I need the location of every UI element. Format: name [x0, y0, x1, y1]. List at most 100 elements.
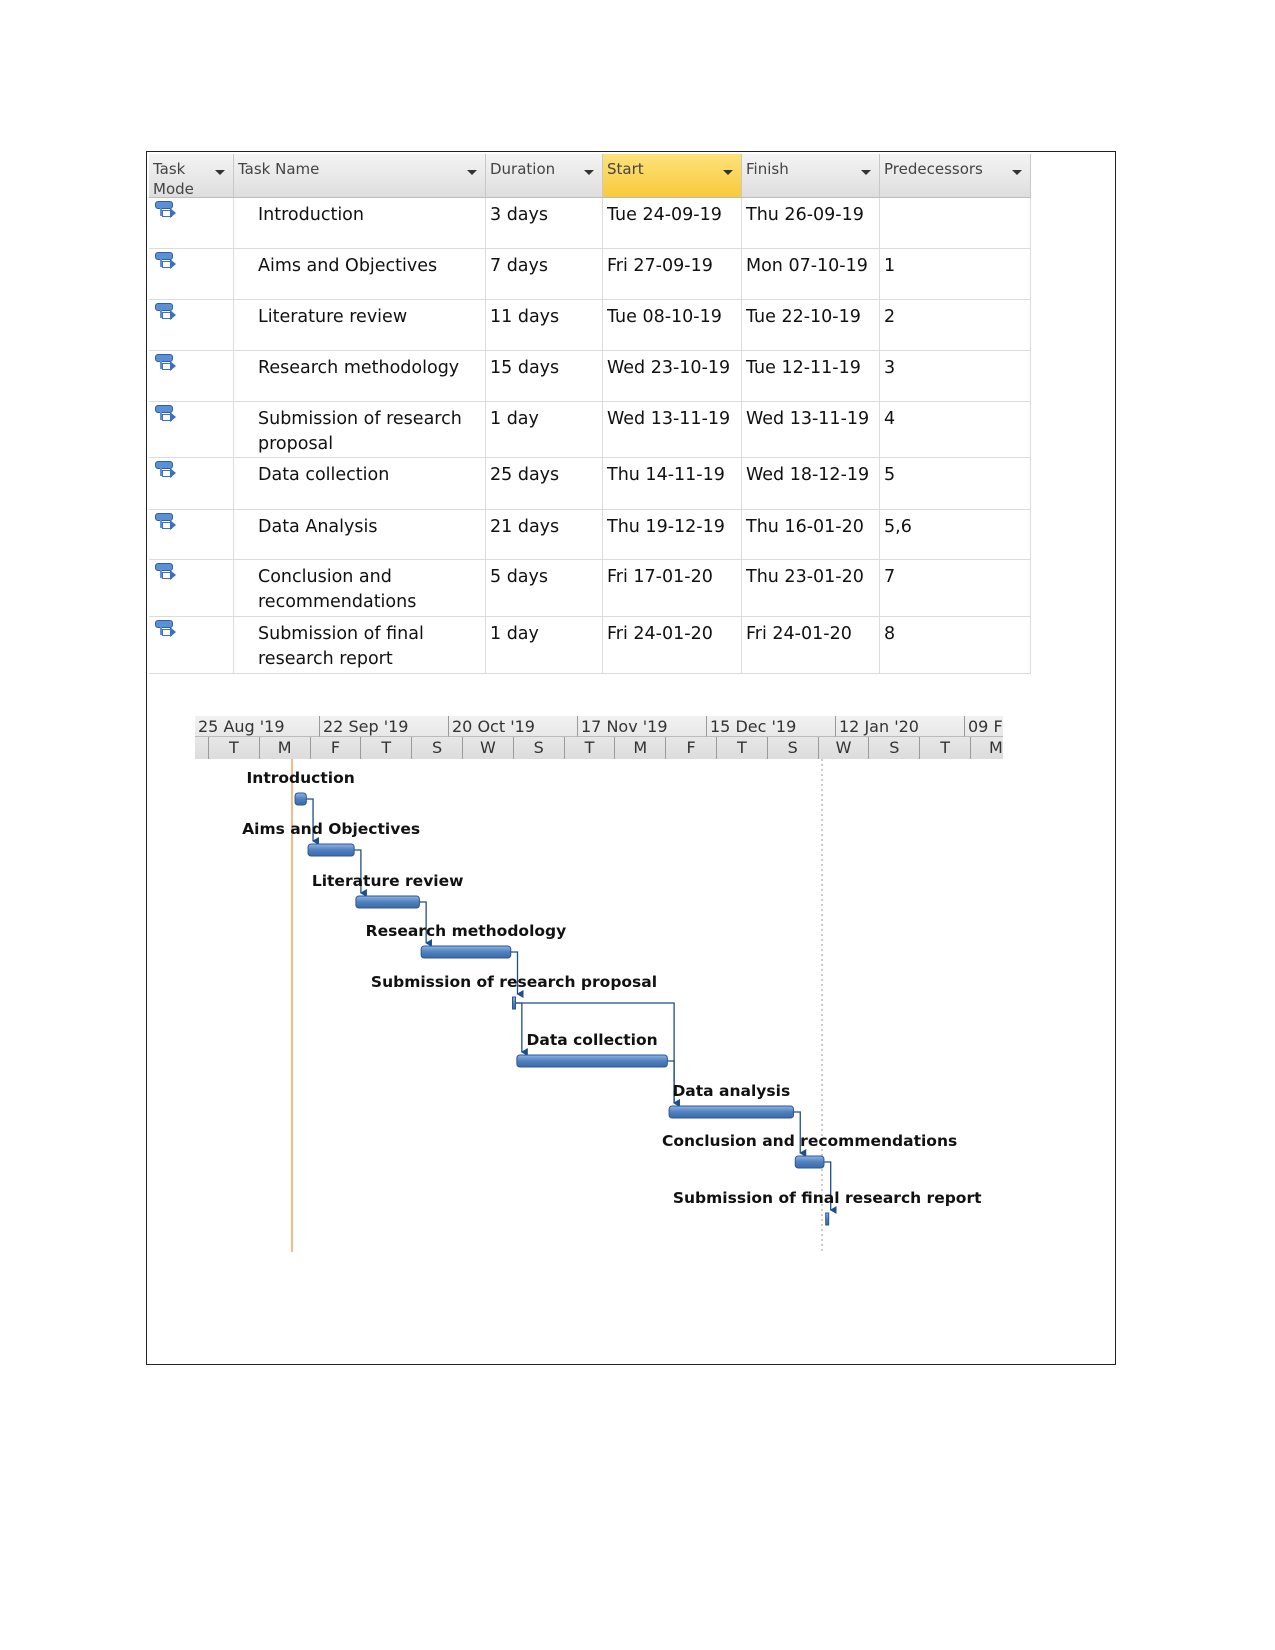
- cell-predecessors[interactable]: 1: [880, 249, 1031, 299]
- table-row[interactable]: Data collection 25 days Thu 14-11-19 Wed 18…: [149, 458, 1031, 510]
- cell-finish[interactable]: Thu 16-01-20: [742, 510, 880, 559]
- table-row[interactable]: Aims and Objectives 7 days Fri 27-09-19 Mon…: [149, 249, 1031, 300]
- cell-duration[interactable]: 21 days: [486, 510, 603, 559]
- timescale-major-tick: 25 Aug '19: [195, 716, 320, 737]
- cell-predecessors[interactable]: 5,6: [880, 510, 1031, 559]
- cell-finish[interactable]: Fri 24-01-20: [742, 617, 880, 673]
- cell-predecessors[interactable]: [880, 198, 1031, 248]
- timescale-major-tick: 17 Nov '19: [578, 716, 707, 737]
- cell-name[interactable]: Data Analysis: [234, 510, 486, 559]
- cell-name[interactable]: Introduction: [234, 198, 486, 248]
- table-row[interactable]: Research methodology 15 days Wed 23-10-19 T…: [149, 351, 1031, 402]
- table-row[interactable]: Conclusion and recommendations 5 days Fri …: [149, 560, 1031, 617]
- cell-mode-icon[interactable]: [149, 198, 234, 248]
- table-row[interactable]: Introduction 3 days Tue 24-09-19 Thu 26-09-…: [149, 198, 1031, 249]
- cell-name[interactable]: Submission of final research report: [234, 617, 486, 673]
- cell-predecessors[interactable]: 3: [880, 351, 1031, 401]
- table-row[interactable]: Literature review 11 days Tue 08-10-19 Tue …: [149, 300, 1031, 351]
- column-header-label: Start: [607, 160, 644, 178]
- dropdown-arrow-icon[interactable]: [861, 170, 871, 175]
- cell-duration[interactable]: 7 days: [486, 249, 603, 299]
- timescale-major-tick: 22 Sep '19: [320, 716, 449, 737]
- cell-name[interactable]: Literature review: [234, 300, 486, 350]
- cell-start[interactable]: Wed 13-11-19: [603, 402, 742, 457]
- cell-finish[interactable]: Wed 13-11-19: [742, 402, 880, 457]
- cell-duration[interactable]: 3 days: [486, 198, 603, 248]
- timescale-minor-tick: [195, 737, 209, 759]
- auto-scheduled-task-icon: [153, 354, 176, 374]
- column-header-task-mode[interactable]: Task Mode: [149, 154, 234, 198]
- timescale-major-tick: 09 F: [965, 716, 1003, 737]
- table-row[interactable]: Data Analysis 21 days Thu 19-12-19 Thu 16-0…: [149, 510, 1031, 560]
- column-header-label: Predecessors: [884, 160, 983, 178]
- cell-mode-icon[interactable]: [149, 560, 234, 616]
- cell-start[interactable]: Wed 23-10-19: [603, 351, 742, 401]
- column-header-label: Task Name: [238, 160, 320, 178]
- cell-finish[interactable]: Thu 26-09-19: [742, 198, 880, 248]
- timescale-minor-tick: F: [311, 737, 362, 759]
- cell-start[interactable]: Thu 19-12-19: [603, 510, 742, 559]
- cell-mode-icon[interactable]: [149, 510, 234, 559]
- cell-predecessors[interactable]: 4: [880, 402, 1031, 457]
- timescale-minor-tick: M: [260, 737, 311, 759]
- timescale-minor-tick: M: [615, 737, 667, 759]
- cell-start[interactable]: Tue 08-10-19: [603, 300, 742, 350]
- cell-start[interactable]: Fri 17-01-20: [603, 560, 742, 616]
- dropdown-arrow-icon[interactable]: [723, 170, 733, 175]
- cell-start[interactable]: Tue 24-09-19: [603, 198, 742, 248]
- column-header-duration[interactable]: Duration: [486, 154, 603, 197]
- cell-start[interactable]: Thu 14-11-19: [603, 458, 742, 509]
- cell-start[interactable]: Fri 24-01-20: [603, 617, 742, 673]
- cell-finish[interactable]: Tue 12-11-19: [742, 351, 880, 401]
- timescale-minor-tick: T: [565, 737, 616, 759]
- cell-name[interactable]: Data collection: [234, 458, 486, 509]
- table-row[interactable]: Submission of final research report 1 day…: [149, 617, 1031, 674]
- dropdown-arrow-icon[interactable]: [584, 170, 594, 175]
- gantt-timescale: 25 Aug '19 22 Sep '19 20 Oct '19 17 Nov '19…: [195, 716, 1003, 759]
- column-header-finish[interactable]: Finish: [742, 154, 880, 197]
- column-header-label: Task Mode: [153, 160, 194, 198]
- cell-name[interactable]: Conclusion and recommendations: [234, 560, 486, 616]
- cell-duration[interactable]: 1 day: [486, 402, 603, 457]
- cell-duration[interactable]: 25 days: [486, 458, 603, 509]
- column-headers: Task Mode Task Name Duration Start Finish Pre…: [149, 154, 1031, 198]
- dropdown-arrow-icon[interactable]: [215, 170, 225, 175]
- cell-mode-icon[interactable]: [149, 617, 234, 673]
- timescale-minor-tick: T: [361, 737, 413, 759]
- cell-predecessors[interactable]: 5: [880, 458, 1031, 509]
- auto-scheduled-task-icon: [153, 405, 176, 425]
- cell-start[interactable]: Fri 27-09-19: [603, 249, 742, 299]
- column-header-start[interactable]: Start: [603, 154, 742, 197]
- cell-name[interactable]: Research methodology: [234, 351, 486, 401]
- timescale-minor-tick: S: [869, 737, 921, 759]
- timescale-minor-tick: S: [412, 737, 463, 759]
- cell-finish[interactable]: Mon 07-10-19: [742, 249, 880, 299]
- column-header-task-name[interactable]: Task Name: [234, 154, 486, 197]
- table-row[interactable]: Submission of research proposal 1 day Wed …: [149, 402, 1031, 458]
- column-header-predecessors[interactable]: Predecessors: [880, 154, 1031, 197]
- cell-predecessors[interactable]: 8: [880, 617, 1031, 673]
- timescale-minor-tick: T: [717, 737, 768, 759]
- auto-scheduled-task-icon: [153, 563, 176, 583]
- dropdown-arrow-icon[interactable]: [1012, 170, 1022, 175]
- cell-mode-icon[interactable]: [149, 458, 234, 509]
- cell-duration[interactable]: 11 days: [486, 300, 603, 350]
- cell-finish[interactable]: Wed 18-12-19: [742, 458, 880, 509]
- cell-name[interactable]: Aims and Objectives: [234, 249, 486, 299]
- cell-duration[interactable]: 5 days: [486, 560, 603, 616]
- cell-name[interactable]: Submission of research proposal: [234, 402, 486, 457]
- auto-scheduled-task-icon: [153, 513, 176, 533]
- cell-mode-icon[interactable]: [149, 351, 234, 401]
- cell-mode-icon[interactable]: [149, 402, 234, 457]
- cell-predecessors[interactable]: 2: [880, 300, 1031, 350]
- cell-mode-icon[interactable]: [149, 249, 234, 299]
- column-header-label: Duration: [490, 160, 556, 178]
- cell-mode-icon[interactable]: [149, 300, 234, 350]
- cell-duration[interactable]: 15 days: [486, 351, 603, 401]
- timescale-minor-tick: W: [819, 737, 870, 759]
- cell-duration[interactable]: 1 day: [486, 617, 603, 673]
- dropdown-arrow-icon[interactable]: [467, 170, 477, 175]
- cell-finish[interactable]: Tue 22-10-19: [742, 300, 880, 350]
- cell-finish[interactable]: Thu 23-01-20: [742, 560, 880, 616]
- cell-predecessors[interactable]: 7: [880, 560, 1031, 616]
